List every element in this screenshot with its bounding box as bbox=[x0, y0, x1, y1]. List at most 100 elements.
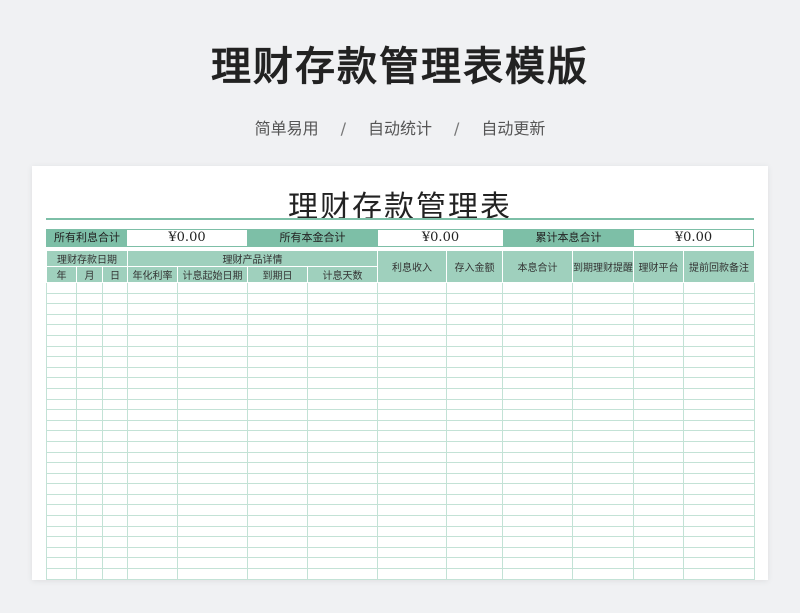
table-cell[interactable] bbox=[446, 366, 504, 379]
table-cell[interactable] bbox=[46, 334, 77, 347]
table-cell[interactable] bbox=[101, 303, 129, 315]
table-cell[interactable] bbox=[377, 430, 448, 442]
table-cell[interactable] bbox=[572, 419, 635, 432]
total-principal-value[interactable]: ¥0.00 bbox=[378, 230, 503, 246]
table-cell[interactable] bbox=[502, 483, 574, 495]
table-cell[interactable] bbox=[127, 356, 179, 368]
table-cell[interactable] bbox=[101, 525, 129, 538]
table-cell[interactable] bbox=[572, 366, 635, 379]
table-cell[interactable] bbox=[377, 515, 448, 527]
table-cell[interactable] bbox=[377, 334, 448, 347]
table-cell[interactable] bbox=[502, 387, 574, 400]
table-cell[interactable] bbox=[177, 557, 249, 570]
table-cell[interactable] bbox=[683, 387, 756, 400]
table-cell[interactable] bbox=[177, 356, 249, 368]
table-cell[interactable] bbox=[127, 313, 179, 326]
table-cell[interactable] bbox=[572, 462, 635, 474]
table-cell[interactable] bbox=[247, 409, 309, 421]
table-cell[interactable] bbox=[247, 483, 309, 495]
table-cell[interactable] bbox=[377, 536, 448, 548]
table-cell[interactable] bbox=[572, 451, 635, 464]
table-cell[interactable] bbox=[46, 366, 77, 379]
table-cell[interactable] bbox=[101, 515, 129, 527]
table-cell[interactable] bbox=[633, 387, 685, 400]
table-cell[interactable] bbox=[101, 504, 129, 517]
table-cell[interactable] bbox=[177, 451, 249, 464]
table-cell[interactable] bbox=[76, 515, 103, 527]
table-cell[interactable] bbox=[446, 356, 504, 368]
table-cell[interactable] bbox=[177, 409, 249, 421]
table-cell[interactable] bbox=[76, 430, 103, 442]
table-cell[interactable] bbox=[307, 398, 379, 411]
table-cell[interactable] bbox=[633, 366, 685, 379]
table-cell[interactable] bbox=[177, 504, 249, 517]
table-cell[interactable] bbox=[633, 398, 685, 411]
table-cell[interactable] bbox=[177, 292, 249, 305]
table-cell[interactable] bbox=[177, 483, 249, 495]
table-cell[interactable] bbox=[46, 546, 77, 559]
table-cell[interactable] bbox=[247, 462, 309, 474]
col-annual-rate[interactable]: 年化利率 bbox=[127, 266, 179, 283]
table-cell[interactable] bbox=[633, 430, 685, 442]
table-cell[interactable] bbox=[377, 472, 448, 485]
table-cell[interactable] bbox=[683, 313, 756, 326]
table-cell[interactable] bbox=[633, 536, 685, 548]
table-cell[interactable] bbox=[46, 525, 77, 538]
table-cell[interactable] bbox=[502, 430, 574, 442]
table-cell[interactable] bbox=[377, 546, 448, 559]
table-cell[interactable] bbox=[572, 324, 635, 336]
table-cell[interactable] bbox=[633, 493, 685, 506]
table-cell[interactable] bbox=[377, 483, 448, 495]
table-cell[interactable] bbox=[502, 546, 574, 559]
table-cell[interactable] bbox=[683, 292, 756, 305]
table-cell[interactable] bbox=[247, 430, 309, 442]
table-cell[interactable] bbox=[446, 430, 504, 442]
table-cell[interactable] bbox=[377, 345, 448, 358]
table-cell[interactable] bbox=[572, 504, 635, 517]
table-cell[interactable] bbox=[633, 313, 685, 326]
table-cell[interactable] bbox=[46, 398, 77, 411]
table-cell[interactable] bbox=[572, 493, 635, 506]
table-cell[interactable] bbox=[502, 398, 574, 411]
table-cell[interactable] bbox=[502, 282, 574, 294]
table-cell[interactable] bbox=[377, 303, 448, 315]
table-cell[interactable] bbox=[446, 387, 504, 400]
table-cell[interactable] bbox=[446, 472, 504, 485]
table-cell[interactable] bbox=[307, 345, 379, 358]
table-cell[interactable] bbox=[683, 546, 756, 559]
table-cell[interactable] bbox=[683, 324, 756, 336]
table-cell[interactable] bbox=[307, 313, 379, 326]
table-cell[interactable] bbox=[446, 451, 504, 464]
table-cell[interactable] bbox=[572, 472, 635, 485]
table-cell[interactable] bbox=[683, 568, 756, 580]
table-cell[interactable] bbox=[76, 568, 103, 580]
table-cell[interactable] bbox=[101, 313, 129, 326]
table-cell[interactable] bbox=[572, 525, 635, 538]
table-cell[interactable] bbox=[683, 377, 756, 389]
table-cell[interactable] bbox=[177, 387, 249, 400]
table-cell[interactable] bbox=[177, 324, 249, 336]
table-cell[interactable] bbox=[683, 525, 756, 538]
table-cell[interactable] bbox=[247, 324, 309, 336]
table-cell[interactable] bbox=[127, 292, 179, 305]
table-cell[interactable] bbox=[377, 451, 448, 464]
table-cell[interactable] bbox=[502, 525, 574, 538]
table-cell[interactable] bbox=[101, 387, 129, 400]
table-cell[interactable] bbox=[177, 282, 249, 294]
table-cell[interactable] bbox=[572, 568, 635, 580]
table-cell[interactable] bbox=[127, 536, 179, 548]
table-cell[interactable] bbox=[446, 557, 504, 570]
table-cell[interactable] bbox=[76, 557, 103, 570]
table-cell[interactable] bbox=[502, 292, 574, 305]
table-cell[interactable] bbox=[101, 345, 129, 358]
table-cell[interactable] bbox=[177, 568, 249, 580]
table-cell[interactable] bbox=[446, 313, 504, 326]
table-cell[interactable] bbox=[76, 536, 103, 548]
table-cell[interactable] bbox=[446, 515, 504, 527]
table-cell[interactable] bbox=[502, 440, 574, 453]
table-cell[interactable] bbox=[127, 462, 179, 474]
table-cell[interactable] bbox=[446, 324, 504, 336]
table-cell[interactable] bbox=[633, 282, 685, 294]
table-cell[interactable] bbox=[76, 546, 103, 559]
table-cell[interactable] bbox=[572, 356, 635, 368]
